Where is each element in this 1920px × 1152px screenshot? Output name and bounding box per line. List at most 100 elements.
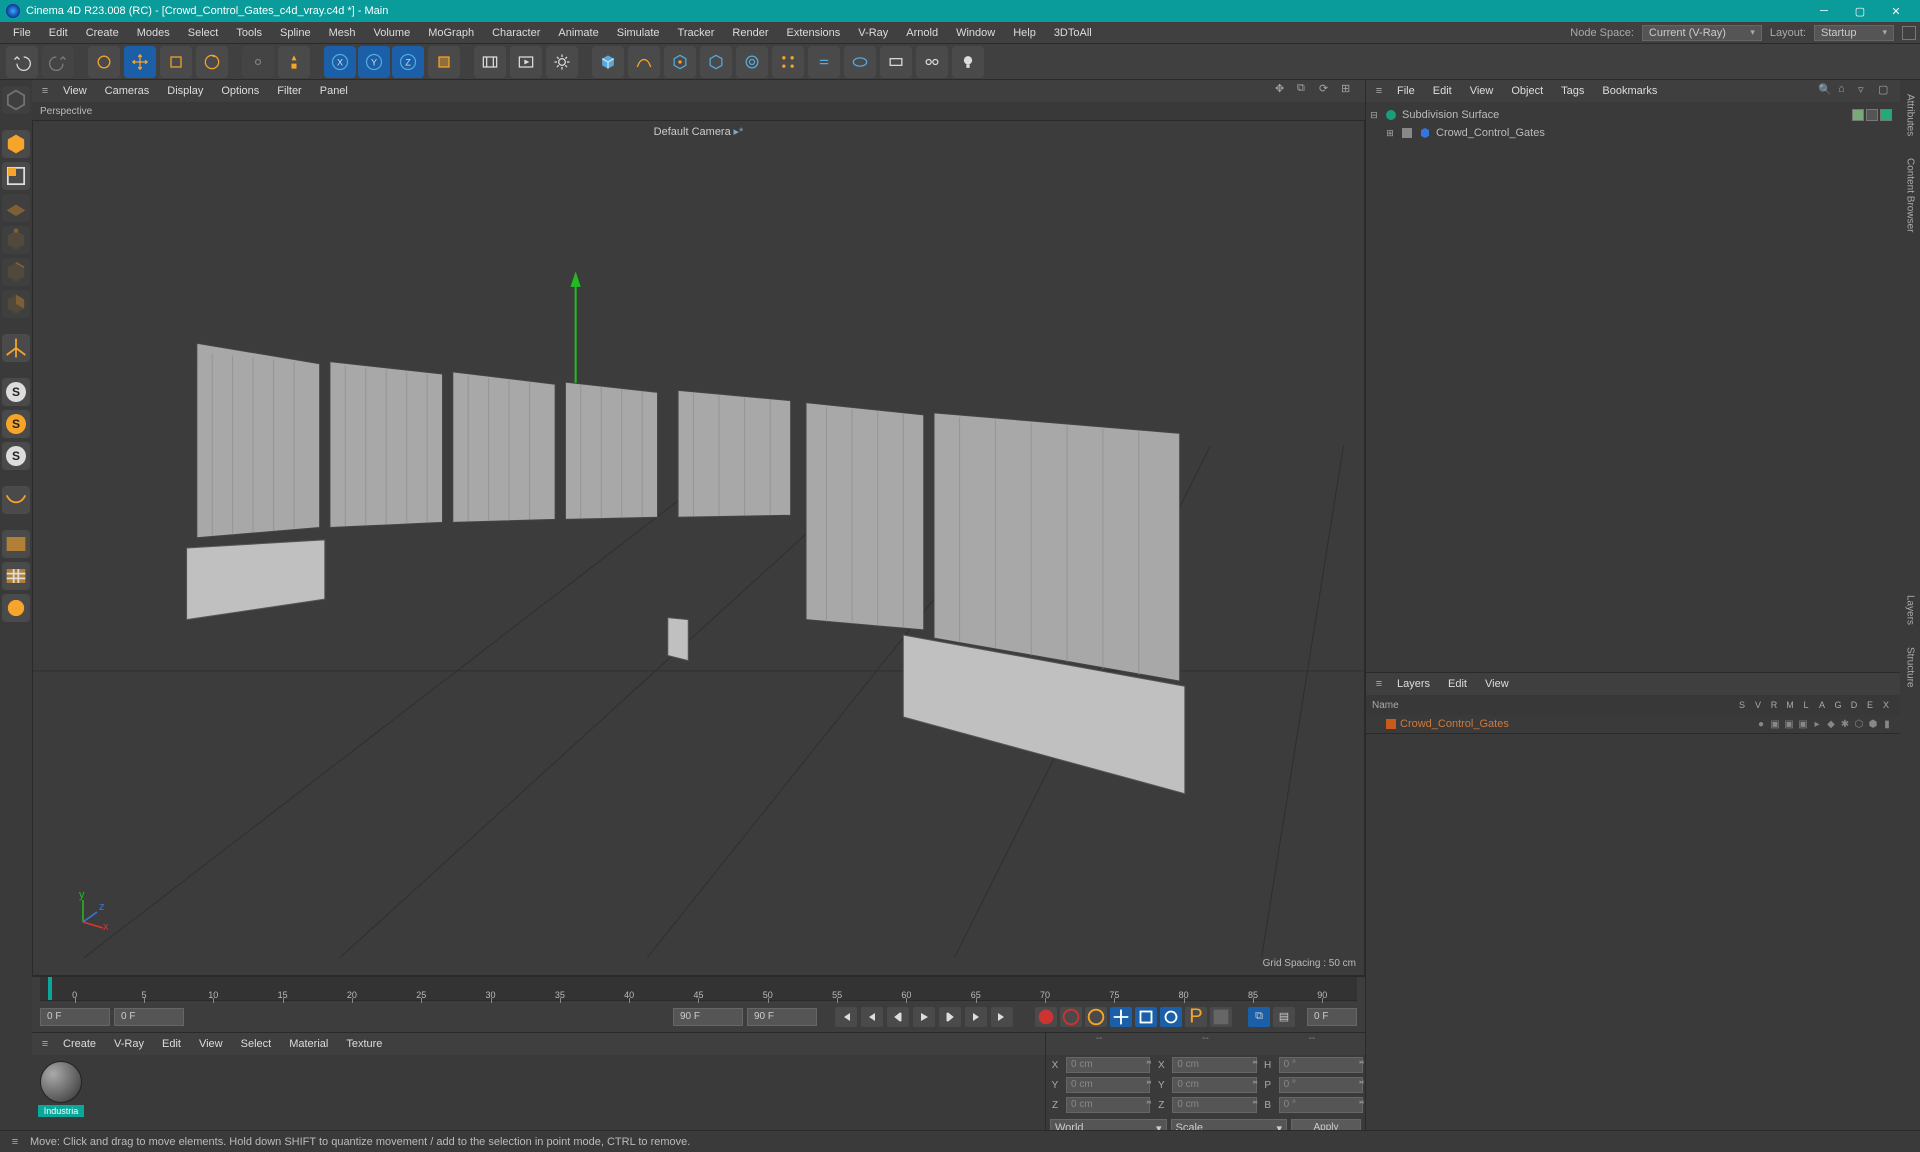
coord-system-button[interactable] xyxy=(428,46,460,78)
pos-y-field[interactable]: 0 cm xyxy=(1066,1077,1150,1093)
play-button[interactable] xyxy=(913,1007,935,1027)
edge-mode-button[interactable] xyxy=(2,258,30,286)
mat-menu-create[interactable]: Create xyxy=(54,1035,105,1053)
snap-1-button[interactable]: S xyxy=(2,378,30,406)
camera-button[interactable] xyxy=(844,46,876,78)
cube-primitive-button[interactable] xyxy=(592,46,624,78)
z-axis-lock[interactable]: Z xyxy=(392,46,424,78)
lay-menu-view[interactable]: View xyxy=(1476,675,1518,693)
menu-window[interactable]: Window xyxy=(947,24,1004,42)
vp-menu-filter[interactable]: Filter xyxy=(268,82,310,100)
obj-menu-tags[interactable]: Tags xyxy=(1552,82,1593,100)
material-name[interactable]: Industria xyxy=(38,1105,84,1117)
record-button[interactable] xyxy=(1035,1007,1057,1027)
time-end-r-field[interactable] xyxy=(1307,1008,1357,1026)
menu-mesh[interactable]: Mesh xyxy=(320,24,365,42)
vp-menu-display[interactable]: Display xyxy=(158,82,212,100)
snap-2-button[interactable]: S xyxy=(2,410,30,438)
mat-menu-texture[interactable]: Texture xyxy=(337,1035,391,1053)
prev-key-button[interactable] xyxy=(861,1007,883,1027)
vp-nav-views-icon[interactable]: ⊞ xyxy=(1341,82,1359,100)
vtab-attributes[interactable]: Attributes xyxy=(1903,86,1918,144)
recent-tool-button[interactable] xyxy=(242,46,274,78)
autokey-button[interactable] xyxy=(1060,1007,1082,1027)
vp-nav-move-icon[interactable]: ✥ xyxy=(1275,82,1293,100)
objects-burger-icon[interactable]: ≡ xyxy=(1370,85,1388,97)
obj-filter-icon[interactable]: ▿ xyxy=(1858,83,1874,99)
obj-home-icon[interactable]: ⌂ xyxy=(1838,83,1854,99)
x-axis-lock[interactable]: X xyxy=(324,46,356,78)
deformer-button[interactable] xyxy=(700,46,732,78)
menu-tracker[interactable]: Tracker xyxy=(669,24,724,42)
volume-button[interactable] xyxy=(808,46,840,78)
render-settings-button[interactable] xyxy=(546,46,578,78)
time-current-field[interactable] xyxy=(114,1008,184,1026)
viewport-3d[interactable]: Default Camera ▸* xyxy=(32,120,1365,976)
mat-menu-vray[interactable]: V-Ray xyxy=(105,1035,153,1053)
model-mode-button[interactable] xyxy=(2,130,30,158)
key-param-button[interactable]: P xyxy=(1185,1007,1207,1027)
viewport-burger-icon[interactable]: ≡ xyxy=(36,85,54,97)
bulb-button[interactable] xyxy=(952,46,984,78)
vp-nav-zoom-icon[interactable]: ⧉ xyxy=(1297,82,1315,100)
menu-help[interactable]: Help xyxy=(1004,24,1045,42)
menu-arnold[interactable]: Arnold xyxy=(897,24,947,42)
vtab-structure[interactable]: Structure xyxy=(1903,639,1918,696)
redo-button[interactable] xyxy=(42,46,74,78)
move-tool-button[interactable] xyxy=(124,46,156,78)
grid-1-button[interactable] xyxy=(2,530,30,558)
vp-menu-view[interactable]: View xyxy=(54,82,96,100)
layer-color-swatch[interactable] xyxy=(1386,719,1396,729)
obj-menu-view[interactable]: View xyxy=(1461,82,1503,100)
mograph-button[interactable] xyxy=(772,46,804,78)
mat-menu-select[interactable]: Select xyxy=(232,1035,281,1053)
menu-simulate[interactable]: Simulate xyxy=(608,24,669,42)
render-view-button[interactable] xyxy=(474,46,506,78)
size-z-field[interactable]: 0 cm xyxy=(1172,1097,1256,1113)
obj-menu-file[interactable]: File xyxy=(1388,82,1424,100)
menu-volume[interactable]: Volume xyxy=(365,24,420,42)
expand-icon[interactable]: ⊟ xyxy=(1368,110,1380,121)
rotate-tool-button[interactable] xyxy=(196,46,228,78)
vp-nav-rotate-icon[interactable]: ⟳ xyxy=(1319,82,1337,100)
next-key-button[interactable] xyxy=(965,1007,987,1027)
mat-menu-material[interactable]: Material xyxy=(280,1035,337,1053)
material-burger-icon[interactable]: ≡ xyxy=(36,1038,54,1050)
time-start-field[interactable] xyxy=(40,1008,110,1026)
minimize-button[interactable]: ─ xyxy=(1806,0,1842,22)
layout-dropdown[interactable]: Startup▾ xyxy=(1814,25,1894,41)
workplane-mode-button[interactable] xyxy=(2,194,30,222)
goto-end-button[interactable] xyxy=(991,1007,1013,1027)
grid-3-button[interactable] xyxy=(2,594,30,622)
menu-spline[interactable]: Spline xyxy=(271,24,320,42)
menu-file[interactable]: File xyxy=(4,24,40,42)
field-button[interactable] xyxy=(736,46,768,78)
generator-button[interactable] xyxy=(664,46,696,78)
timeline-opt-2[interactable]: ▤ xyxy=(1273,1007,1295,1027)
maximize-button[interactable]: ▢ xyxy=(1842,0,1878,22)
menu-vray[interactable]: V-Ray xyxy=(849,24,897,42)
snap-3-button[interactable]: S xyxy=(2,442,30,470)
place-tool-button[interactable] xyxy=(278,46,310,78)
scene-button[interactable] xyxy=(916,46,948,78)
undo-button[interactable] xyxy=(6,46,38,78)
menu-extensions[interactable]: Extensions xyxy=(777,24,849,42)
key-scale-button[interactable] xyxy=(1135,1007,1157,1027)
timeline-opt-1[interactable]: ⧉ xyxy=(1248,1007,1270,1027)
obj-eye-icon[interactable]: ▢ xyxy=(1878,83,1894,99)
keysel-button[interactable] xyxy=(1085,1007,1107,1027)
workplane-button[interactable] xyxy=(2,486,30,514)
time-end-b-field[interactable] xyxy=(747,1008,817,1026)
spline-primitive-button[interactable] xyxy=(628,46,660,78)
nodespace-dropdown[interactable]: Current (V-Ray)▾ xyxy=(1642,25,1762,41)
menu-3dtoall[interactable]: 3DToAll xyxy=(1045,24,1101,42)
rot-h-field[interactable]: 0 ° xyxy=(1279,1057,1363,1073)
prev-frame-button[interactable] xyxy=(887,1007,909,1027)
light-button[interactable] xyxy=(880,46,912,78)
menu-create[interactable]: Create xyxy=(77,24,128,42)
menu-select[interactable]: Select xyxy=(179,24,228,42)
vp-menu-cameras[interactable]: Cameras xyxy=(96,82,159,100)
axis-mode-button[interactable] xyxy=(2,334,30,362)
next-frame-button[interactable] xyxy=(939,1007,961,1027)
key-pos-button[interactable] xyxy=(1110,1007,1132,1027)
